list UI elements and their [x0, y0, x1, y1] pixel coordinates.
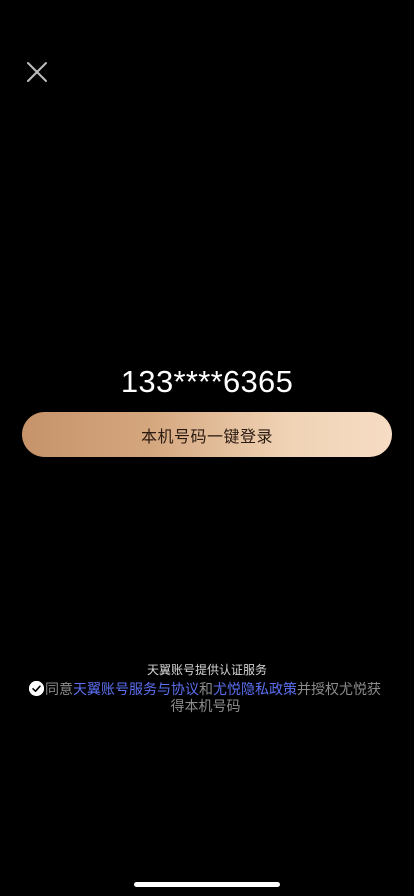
check-circle-icon [29, 681, 44, 696]
privacy-policy-link[interactable]: 尤悦隐私政策 [213, 682, 297, 698]
agreement-connector: 和 [199, 682, 213, 698]
close-button[interactable] [22, 57, 52, 87]
home-indicator [134, 882, 280, 887]
agreement-checkbox[interactable] [29, 681, 44, 696]
tianyi-service-agreement-link[interactable]: 天翼账号服务与协议 [73, 682, 199, 698]
masked-phone-number: 133****6365 [120, 364, 294, 399]
agreement-suffix: 并授权尤悦获 [297, 682, 381, 698]
one-click-login-button[interactable]: 本机号码一键登录 [22, 412, 392, 457]
close-icon [22, 57, 52, 87]
agreement-line-1: 同意天翼账号服务与协议和尤悦隐私政策并授权尤悦获 [45, 682, 381, 699]
login-button-label: 本机号码一键登录 [140, 426, 273, 446]
agreement-prefix: 同意 [45, 682, 73, 698]
provider-text: 天翼账号提供认证服务 [146, 663, 267, 677]
agreement-line-2: 得本机号码 [170, 699, 241, 715]
